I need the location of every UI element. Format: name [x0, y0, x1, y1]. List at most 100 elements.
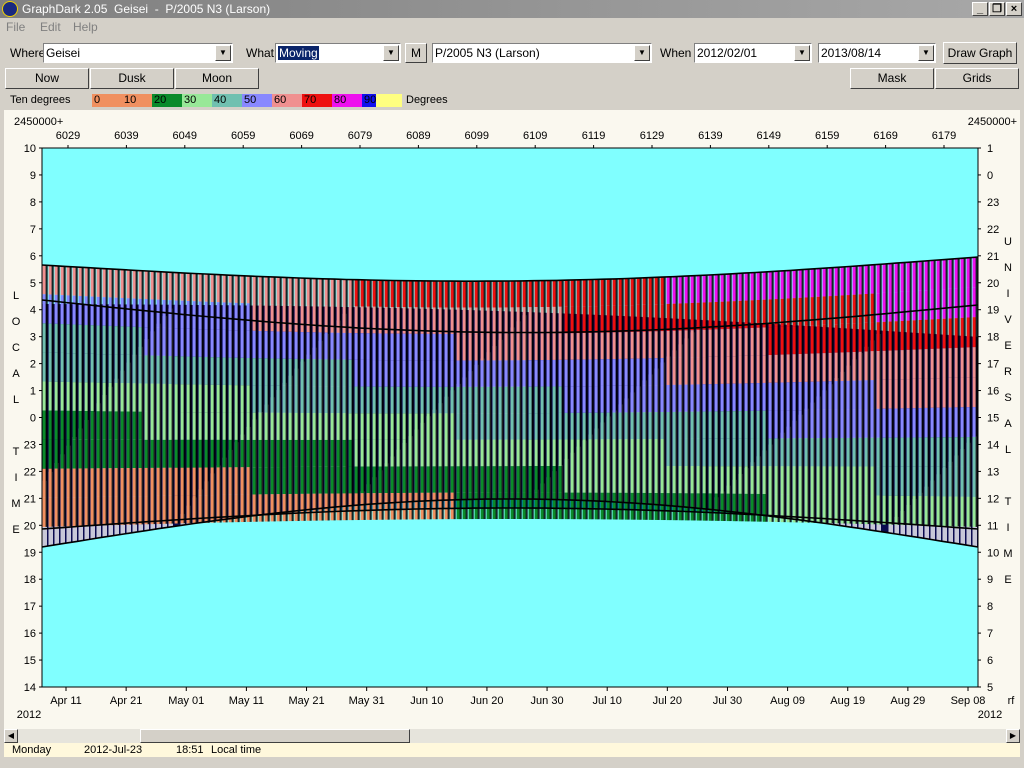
- altitude-bar: [192, 384, 196, 413]
- altitude-bar-shadow: [495, 281, 498, 520]
- altitude-bar: [948, 348, 952, 378]
- altitude-bar: [822, 296, 826, 325]
- menu-edit[interactable]: Edit: [40, 20, 61, 34]
- altitude-bar: [480, 492, 484, 520]
- altitude-bar: [312, 466, 316, 494]
- altitude-bar: [924, 378, 928, 408]
- altitude-bar: [240, 275, 244, 304]
- altitude-bar: [348, 386, 352, 414]
- altitude-bar: [198, 439, 202, 468]
- altitude-bar: [66, 410, 70, 440]
- end-date-combo[interactable]: 2013/08/14 ▼: [818, 43, 936, 63]
- close-button[interactable]: ×: [1006, 2, 1022, 16]
- altitude-bar: [564, 439, 568, 467]
- altitude-bar: [168, 411, 172, 440]
- m-button[interactable]: M: [405, 43, 427, 63]
- altitude-bar-shadow: [945, 259, 948, 527]
- altitude-bar: [90, 296, 94, 326]
- scroll-left-icon[interactable]: ◀: [4, 729, 18, 743]
- altitude-bar: [486, 413, 490, 440]
- bottom-axis-tick: Apr 11: [50, 695, 82, 707]
- altitude-bar: [534, 466, 538, 493]
- menu-file[interactable]: File: [6, 20, 25, 34]
- altitude-bar-shadow: [927, 260, 930, 526]
- scroll-right-icon[interactable]: ▶: [1006, 729, 1020, 743]
- altitude-bar: [486, 492, 490, 520]
- altitude-bar: [90, 353, 94, 383]
- horizontal-scrollbar[interactable]: ◀ ▶: [4, 729, 1020, 743]
- altitude-bar: [870, 437, 874, 467]
- altitude-bar: [366, 413, 370, 440]
- draw-graph-button[interactable]: Draw Graph: [943, 42, 1017, 64]
- altitude-bar-shadow: [543, 280, 546, 520]
- grids-button[interactable]: Grids: [935, 68, 1019, 89]
- altitude-bar: [222, 412, 226, 440]
- altitude-bar: [96, 325, 100, 355]
- altitude-chart[interactable]: 2450000+ 2450000+ 6029 6039 6049 6059 6069 6079…: [4, 110, 1020, 730]
- altitude-bar: [630, 385, 634, 413]
- minimize-button[interactable]: _: [972, 2, 988, 16]
- altitude-bar: [114, 382, 118, 412]
- altitude-bar: [474, 439, 478, 467]
- status-bar: Monday 2012-Jul-23 18:51 Local time: [4, 743, 1020, 757]
- altitude-bar: [534, 360, 538, 387]
- altitude-bar: [324, 278, 328, 306]
- altitude-bar: [342, 279, 346, 307]
- altitude-bar: [60, 468, 64, 498]
- top-axis-tick: 6039: [114, 130, 138, 142]
- altitude-bar-shadow: [81, 267, 84, 526]
- altitude-bar: [114, 468, 118, 497]
- altitude-bar: [420, 333, 424, 361]
- altitude-bar: [198, 467, 202, 496]
- altitude-bar: [558, 412, 562, 440]
- mask-button[interactable]: Mask: [850, 68, 934, 89]
- altitude-bar: [660, 331, 664, 359]
- where-combo[interactable]: Geisei ▼: [43, 43, 233, 63]
- altitude-bar-shadow: [669, 276, 672, 521]
- altitude-bar: [342, 306, 346, 333]
- altitude-bar: [534, 386, 538, 414]
- what-combo[interactable]: Moving ▼: [275, 43, 401, 63]
- right-axis-label-letter: I: [1006, 522, 1009, 534]
- left-axis-tick: 8: [30, 197, 36, 209]
- altitude-bar: [168, 328, 172, 357]
- altitude-bar: [258, 467, 262, 495]
- left-axis-label-letter: I: [14, 472, 17, 484]
- corner-label: rf: [1008, 695, 1016, 707]
- altitude-bar: [846, 323, 850, 353]
- altitude-bar: [810, 409, 814, 439]
- scroll-thumb[interactable]: [140, 729, 410, 743]
- chevron-down-icon[interactable]: ▼: [215, 45, 231, 61]
- menu-help[interactable]: Help: [73, 20, 98, 34]
- chevron-down-icon[interactable]: ▼: [634, 45, 650, 61]
- moon-button[interactable]: Moon: [175, 68, 259, 89]
- start-date-combo[interactable]: 2012/02/01 ▼: [694, 43, 812, 63]
- altitude-bar: [258, 358, 262, 386]
- altitude-bar: [558, 439, 562, 467]
- altitude-bar: [144, 439, 148, 468]
- altitude-bar: [396, 386, 400, 414]
- chevron-down-icon[interactable]: ▼: [383, 45, 399, 61]
- altitude-bar: [966, 287, 970, 318]
- chevron-down-icon[interactable]: ▼: [918, 45, 934, 61]
- now-button[interactable]: Now: [5, 68, 89, 89]
- altitude-bar: [204, 357, 208, 385]
- altitude-bar: [234, 439, 238, 468]
- restore-button[interactable]: ❐: [989, 2, 1005, 16]
- altitude-bar: [456, 307, 460, 335]
- altitude-bar: [852, 437, 856, 467]
- chevron-down-icon[interactable]: ▼: [794, 45, 810, 61]
- altitude-bar: [402, 280, 406, 308]
- altitude-bar: [750, 493, 754, 522]
- altitude-bar: [498, 281, 502, 308]
- altitude-bar-shadow: [729, 273, 732, 522]
- altitude-bar: [432, 492, 436, 520]
- altitude-bar: [942, 318, 946, 349]
- altitude-bar-shadow: [681, 276, 684, 521]
- dusk-button[interactable]: Dusk: [90, 68, 174, 89]
- altitude-bar: [54, 497, 58, 527]
- altitude-bar: [288, 277, 292, 305]
- object-combo[interactable]: P/2005 N3 (Larson) ▼: [432, 43, 652, 63]
- altitude-bar: [444, 466, 448, 493]
- altitude-bar: [708, 356, 712, 385]
